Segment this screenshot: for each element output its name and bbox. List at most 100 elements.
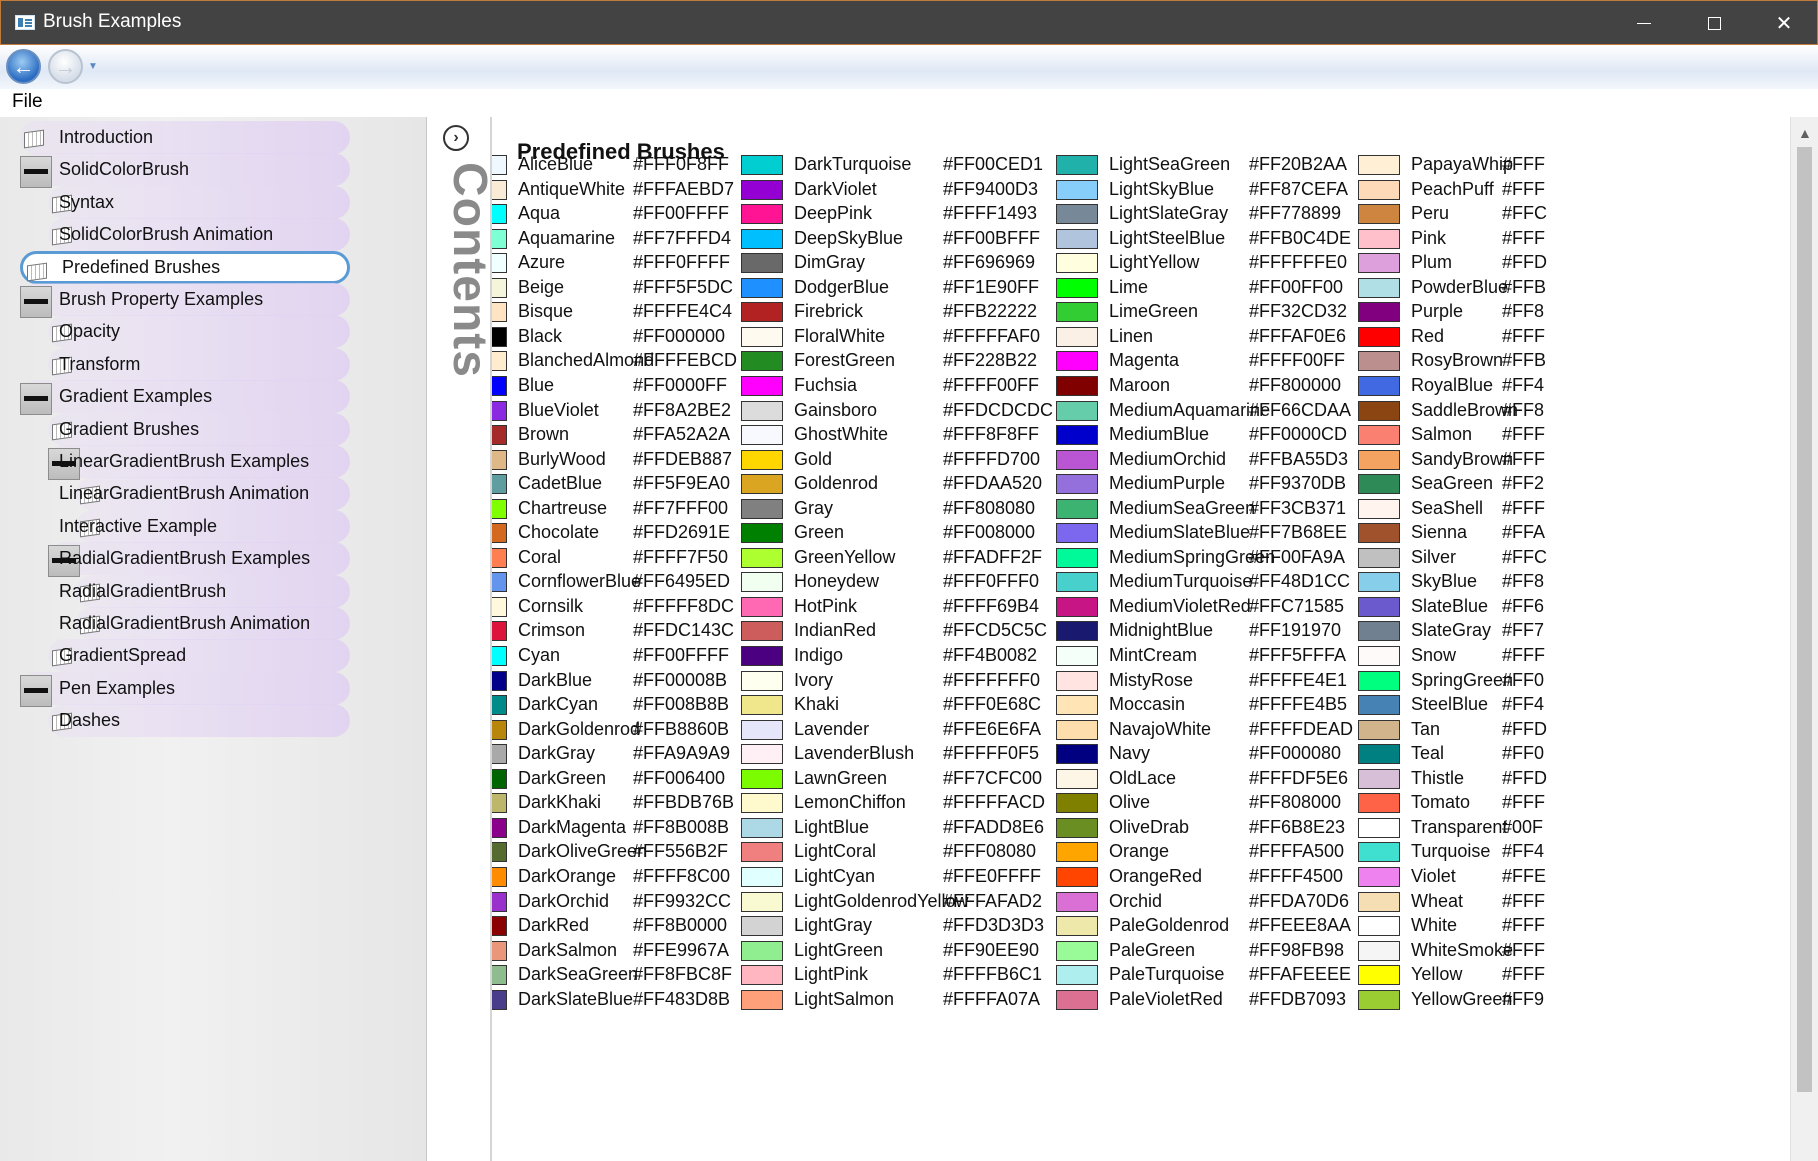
color-swatch <box>1358 547 1400 568</box>
color-swatch <box>1358 474 1400 495</box>
brush-name: SeaShell <box>1411 497 1484 518</box>
color-swatch <box>492 302 507 323</box>
sidebar-item-label: RadialGradientBrush Examples <box>59 548 311 569</box>
sidebar-item[interactable]: Predefined Brushes <box>20 250 350 284</box>
brush-name: Snow <box>1411 645 1457 665</box>
brush-name: Cyan <box>518 645 561 665</box>
brush-name: LightGray <box>794 915 873 936</box>
color-swatch <box>1056 916 1098 937</box>
brush-hex-value: #FFFAF0E6 <box>1249 325 1347 346</box>
brush-hex-value: #FFAFEEEE <box>1249 964 1352 985</box>
brush-name: GreenYellow <box>794 546 896 567</box>
sidebar-item[interactable]: RadialGradientBrush Examples <box>48 542 350 578</box>
brush-hex-value: #FFF5F5DC <box>633 276 734 297</box>
sidebar-item-label: SolidColorBrush <box>59 159 190 180</box>
sidebar-item[interactable]: Gradient Brushes <box>48 412 350 446</box>
brush-hex-value: #FFFAEBD7 <box>633 178 735 199</box>
sidebar-item[interactable]: RadialGradientBrush <box>59 574 350 608</box>
brush-name: MediumOrchid <box>1109 448 1227 469</box>
color-swatch <box>1056 572 1098 593</box>
brush-name: Honeydew <box>794 571 880 592</box>
close-icon: ✕ <box>1775 12 1793 35</box>
brush-hex-value: #FFC <box>1502 203 1547 224</box>
sidebar-item[interactable]: Transform <box>48 347 350 381</box>
sidebar-item[interactable]: GradientSpread <box>48 639 350 673</box>
brush-name: PaleGoldenrod <box>1109 915 1230 936</box>
color-swatch <box>741 572 783 593</box>
brush-hex-value: #FF4 <box>1502 841 1545 862</box>
brush-hex-value: #FF00FF00 <box>1249 276 1344 297</box>
sidebar-item-label: Introduction <box>59 127 154 147</box>
minimize-button[interactable] <box>1609 1 1679 45</box>
brush-name: DarkCyan <box>518 694 599 715</box>
brush-name: PaleTurquoise <box>1109 964 1225 985</box>
sidebar-item[interactable]: Introduction <box>20 121 350 154</box>
scroll-thumb[interactable] <box>1797 147 1812 1092</box>
scroll-up-arrow-icon[interactable]: ▲ <box>1798 125 1812 141</box>
color-swatch <box>741 375 783 396</box>
color-swatch <box>1358 498 1400 519</box>
brush-name: LightCyan <box>794 865 876 886</box>
forward-button[interactable]: → <box>48 49 83 84</box>
color-swatch <box>741 326 783 347</box>
brush-name: SlateBlue <box>1411 595 1489 616</box>
vertical-scrollbar[interactable]: ▲ <box>1790 117 1818 1161</box>
sidebar-item[interactable]: Opacity <box>48 315 350 349</box>
color-swatch <box>1358 523 1400 544</box>
brush-name: DarkViolet <box>794 178 877 199</box>
brush-name: Linen <box>1109 325 1154 346</box>
color-swatch <box>1358 719 1400 740</box>
sidebar-item[interactable]: Syntax <box>48 185 350 219</box>
brush-hex-value: #FF008000 <box>943 522 1036 543</box>
brush-hex-value: #FF8 <box>1502 399 1545 420</box>
sidebar-item[interactable]: SolidColorBrush Animation <box>48 218 350 252</box>
color-swatch <box>1056 793 1098 814</box>
color-swatch <box>741 744 783 765</box>
close-button[interactable]: ✕ <box>1749 1 1818 45</box>
color-swatch <box>1358 670 1400 691</box>
sidebar-item[interactable]: Pen Examples <box>20 671 350 707</box>
brush-name: IndianRed <box>794 620 877 641</box>
brush-hex-value: #FFE0FFFF <box>943 865 1041 886</box>
brush-name: MistyRose <box>1109 669 1194 690</box>
color-swatch <box>741 498 783 519</box>
brush-hex-value: #FFF <box>1502 178 1545 199</box>
color-swatch <box>1056 253 1098 274</box>
color-swatch <box>1358 695 1400 716</box>
sidebar-item[interactable]: RadialGradientBrush Animation <box>59 607 350 640</box>
color-swatch <box>492 621 507 642</box>
back-button[interactable]: ← <box>6 49 41 84</box>
brush-name: SteelBlue <box>1411 694 1489 715</box>
brush-hex-value: #FF556B2F <box>633 841 729 862</box>
maximize-button[interactable] <box>1679 1 1749 45</box>
brush-name: Gainsboro <box>794 399 878 420</box>
history-dropdown-icon[interactable]: ▼ <box>88 61 98 72</box>
brush-name: Magenta <box>1109 350 1180 371</box>
brush-hex-value: #FFFFF8DC <box>633 595 734 616</box>
brush-hex-value: #FFF <box>1502 227 1545 248</box>
menu-file[interactable]: File <box>12 91 43 113</box>
brush-hex-value: #FF00CED1 <box>943 154 1044 174</box>
color-swatch <box>492 277 507 298</box>
brush-hex-value: #FFCD5C5C <box>943 620 1048 641</box>
brush-hex-value: #FF00FFFF <box>633 203 730 224</box>
brush-hex-value: #FF4 <box>1502 694 1545 715</box>
color-swatch <box>1358 916 1400 937</box>
sidebar-item[interactable]: Dashes <box>48 704 350 738</box>
brush-hex-value: #FF6 <box>1502 595 1545 616</box>
sidebar-item[interactable]: Brush Property Examples <box>20 283 350 318</box>
color-swatch <box>741 253 783 274</box>
brush-name: BurlyWood <box>518 448 606 469</box>
brush-hex-value: #FFFDF5E6 <box>1249 767 1349 788</box>
brush-hex-value: #FFD3D3D3 <box>943 915 1045 936</box>
brush-hex-value: #FFFFDEAD <box>1249 718 1354 739</box>
collapse-chevron-icon[interactable]: › <box>443 125 469 151</box>
brush-hex-value: #FF66CDAA <box>1249 399 1352 420</box>
sidebar-item[interactable]: SolidColorBrush <box>20 153 350 189</box>
sidebar-item[interactable]: Interactive Example <box>59 509 350 543</box>
sidebar-item[interactable]: Gradient Examples <box>20 380 350 416</box>
color-swatch <box>1358 768 1400 789</box>
sidebar-item[interactable]: LinearGradientBrush Examples <box>48 445 350 480</box>
sidebar-item[interactable]: LinearGradientBrush Animation <box>59 477 350 511</box>
color-swatch <box>1358 866 1400 887</box>
